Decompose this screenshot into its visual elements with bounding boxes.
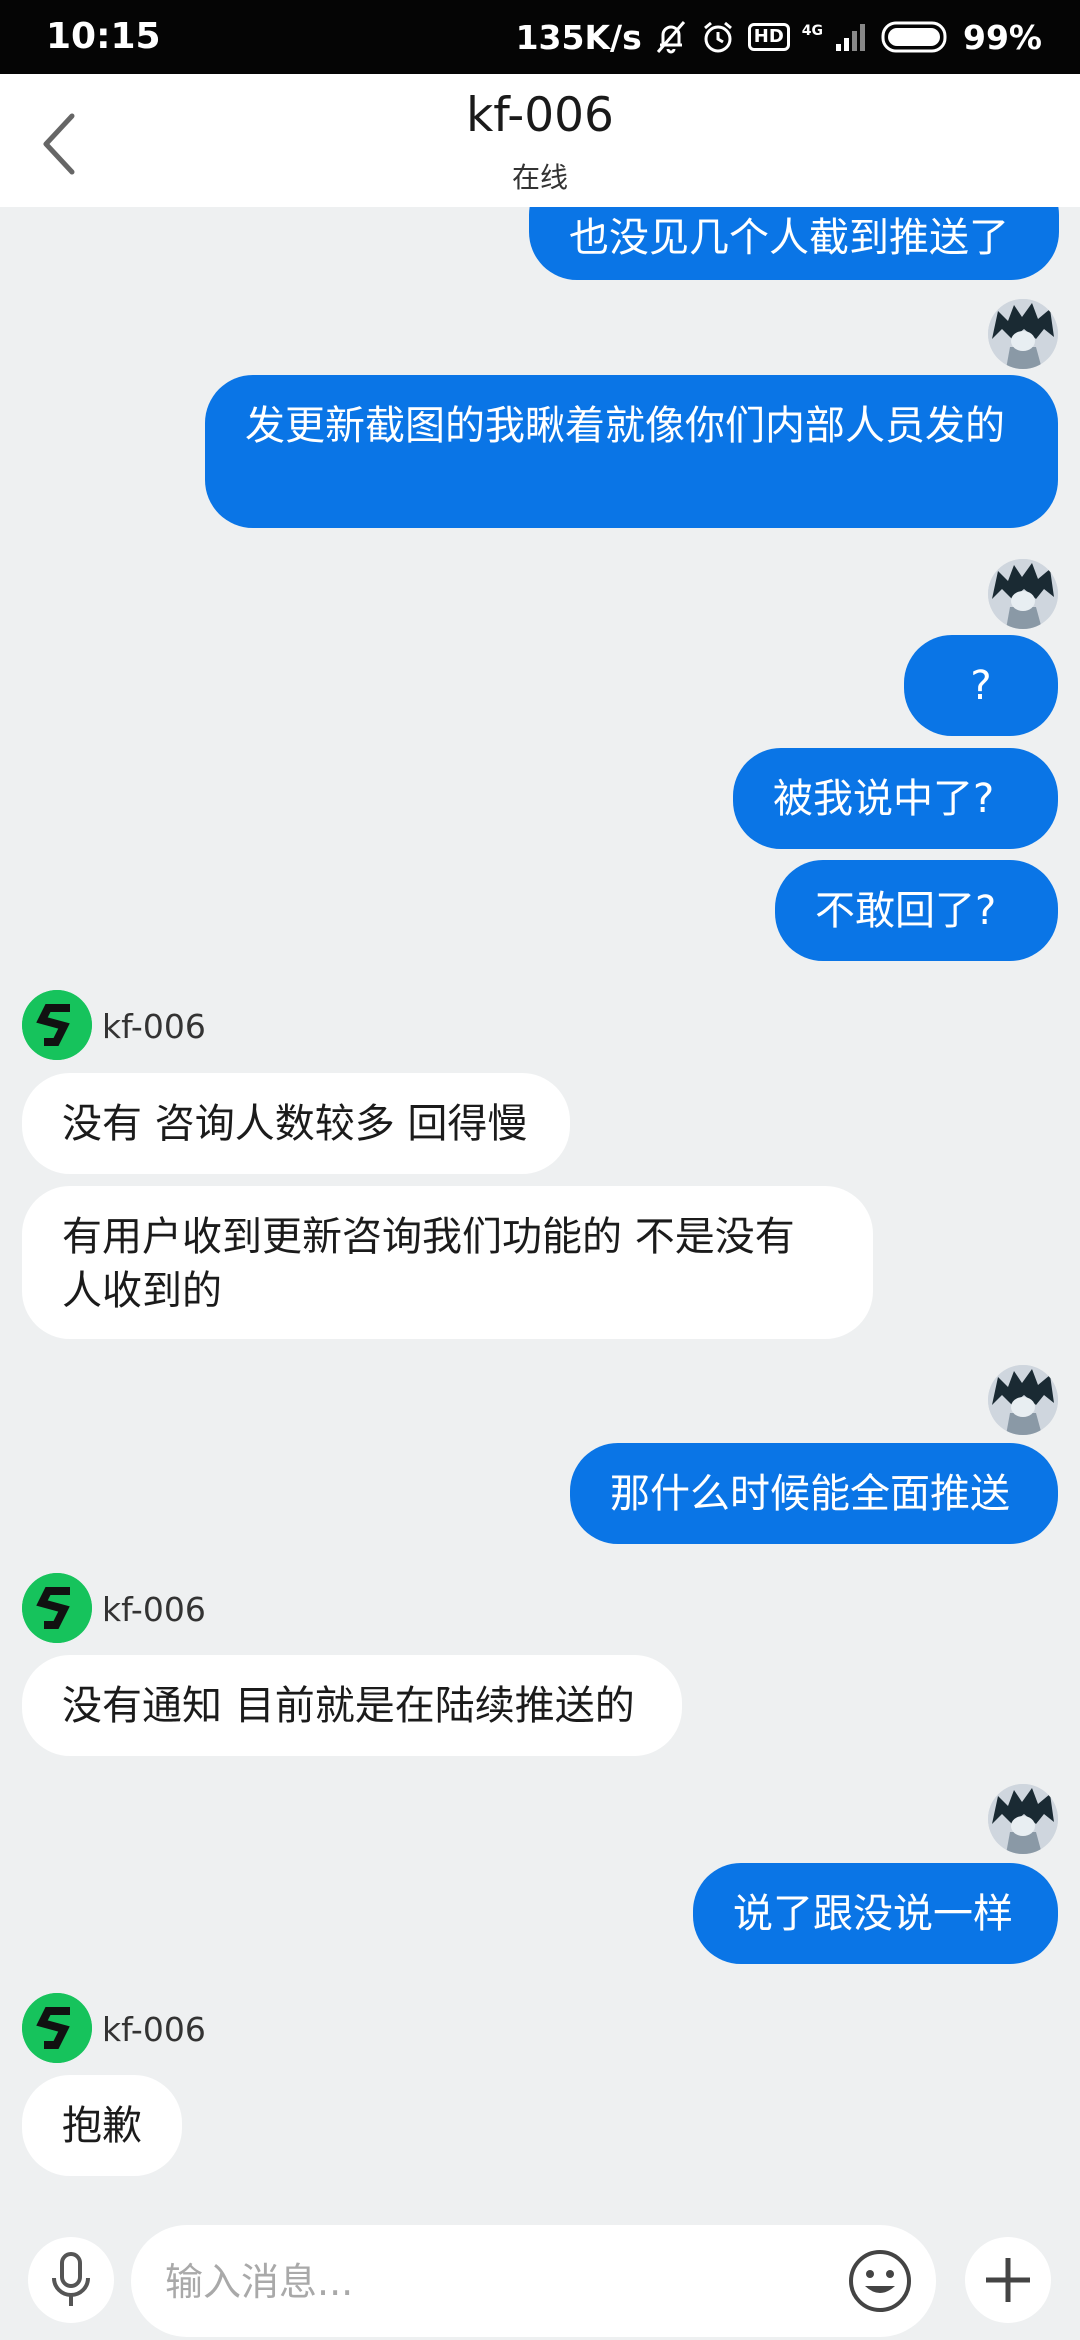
signal-icon [836,24,865,51]
message-text: 不敢回了? [815,888,997,934]
online-status: 在线 [511,161,568,194]
user-avatar-image [988,559,1058,629]
hd-icon: HD [747,23,790,51]
more-button[interactable] [965,2237,1051,2323]
message-text: ? [970,663,992,709]
message-bubble-sent[interactable]: 说了跟没说一样 [693,1863,1058,1964]
message-bubble-sent[interactable]: 不敢回了? [775,860,1058,961]
user-avatar[interactable] [988,299,1058,369]
message-text: 发更新截图的我瞅着就像你们内部人员发的 [245,403,1005,449]
user-avatar[interactable] [988,559,1058,629]
user-avatar-image [988,1784,1058,1854]
sender-name: kf-006 [102,1590,206,1629]
emoji-button[interactable] [840,2241,920,2321]
message-text: 也没见几个人截到推送了 [569,215,1009,261]
status-bar: 10:15 135K/s HD 4G 99% [0,0,1080,74]
network-type: 4G [801,23,823,39]
message-bubble-sent[interactable]: ? [904,635,1058,736]
message-text: 说了跟没说一样 [733,1891,1013,1937]
message-bubble-sent[interactable]: 发更新截图的我瞅着就像你们内部人员发的 [205,375,1058,528]
message-bubble-sent[interactable]: 被我说中了? [733,748,1058,849]
message-text: 没有通知 目前就是在陆续推送的 [62,1683,635,1729]
message-input[interactable] [163,2247,847,2317]
message-bubble-sent[interactable]: 那什么时候能全面推送 [570,1443,1058,1544]
message-bubble-received[interactable]: 没有通知 目前就是在陆续推送的 [22,1655,682,1756]
message-bubble-received[interactable]: 抱歉 [22,2075,182,2176]
chat-title: kf-006 [466,88,614,143]
chat-header: kf-006 在线 [0,74,1080,207]
emoji-icon [849,2250,911,2312]
mute-bell-icon [656,21,685,54]
input-bar [0,2197,1080,2340]
user-avatar[interactable] [988,1365,1058,1435]
message-text: 没有 咨询人数较多 回得慢 [62,1101,528,1147]
message-text: 有用户收到更新咨询我们功能的 不是没有人收到的 [62,1214,795,1314]
status-time: 10:15 [46,16,161,57]
kf-logo-icon [22,1993,92,2063]
plus-icon [986,2258,1030,2302]
kf-avatar[interactable] [22,990,92,1060]
user-avatar[interactable] [988,1784,1058,1854]
kf-avatar[interactable] [22,1573,92,1643]
message-bubble-sent[interactable]: 也没见几个人截到推送了 [529,207,1059,280]
message-text: 抱歉 [62,2103,142,2149]
kf-logo-icon [22,1573,92,1643]
sender-name: kf-006 [102,1007,206,1046]
message-text: 被我说中了? [773,776,995,822]
voice-button[interactable] [28,2237,114,2323]
network-speed: 135K/s [515,17,642,57]
message-bubble-received[interactable]: 没有 咨询人数较多 回得慢 [22,1073,570,1174]
user-avatar-image [988,299,1058,369]
message-text: 那什么时候能全面推送 [610,1471,1010,1517]
mic-icon [52,2252,90,2306]
kf-logo-icon [22,990,92,1060]
message-input-container[interactable] [131,2225,936,2337]
battery-level: 99% [963,17,1042,57]
kf-avatar[interactable] [22,1993,92,2063]
alarm-icon [703,21,732,53]
status-icons: 135K/s HD 4G 99% [516,14,1042,60]
sender-name: kf-006 [102,2010,206,2049]
message-bubble-received[interactable]: 有用户收到更新咨询我们功能的 不是没有人收到的 [22,1186,873,1339]
user-avatar-image [988,1365,1058,1435]
battery-icon [881,21,947,53]
message-list[interactable]: 也没见几个人截到推送了 发更新截图的我瞅着就像你们内部人员发的 ? 被我说中了?… [0,207,1080,2197]
